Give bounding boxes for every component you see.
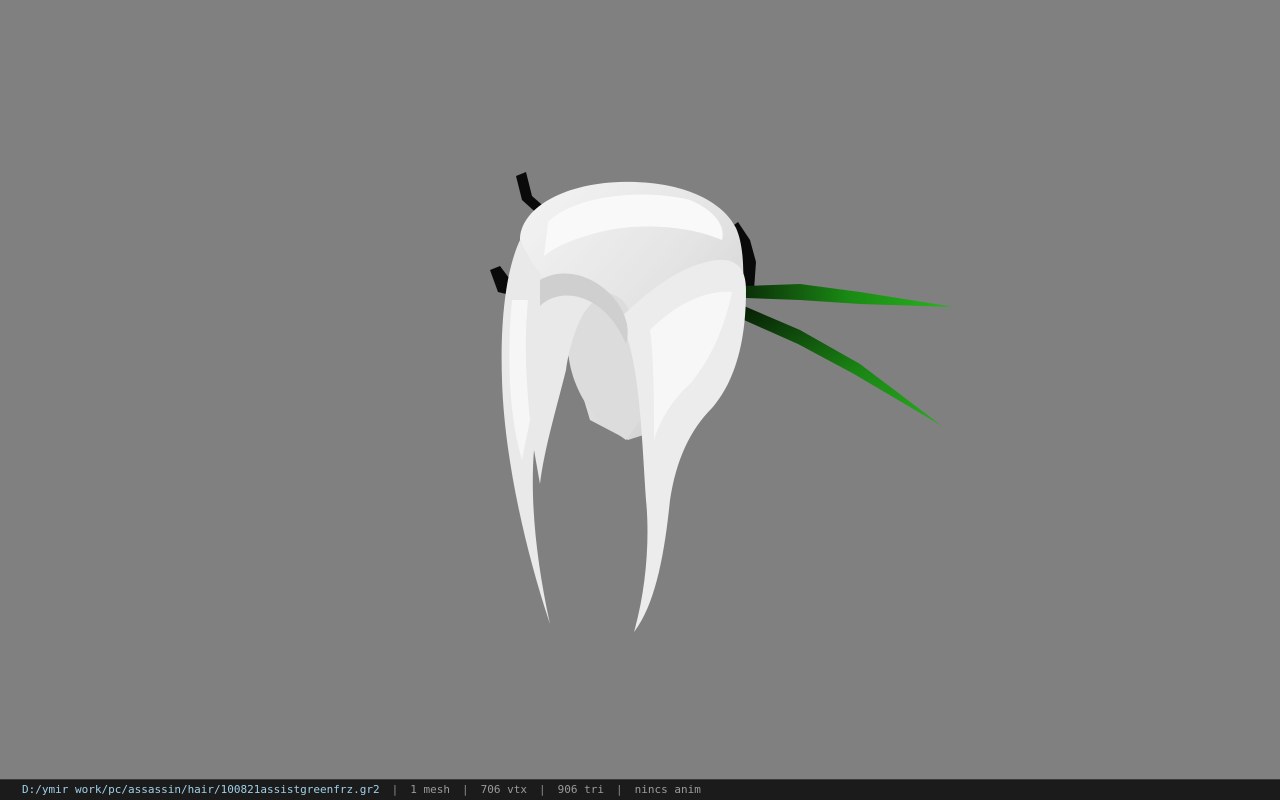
status-file-path: D:/ymir work/pc/assassin/hair/100821assi… [22, 783, 380, 796]
status-mesh-count: 1 mesh [410, 783, 450, 796]
3d-viewport[interactable] [0, 0, 1280, 779]
status-separator: | [462, 783, 469, 796]
status-bar: D:/ymir work/pc/assassin/hair/100821assi… [0, 779, 1280, 800]
green-feather-upper [744, 284, 954, 307]
status-separator: | [538, 783, 546, 796]
status-separator: | [391, 783, 399, 796]
status-animation: nincs anim [634, 783, 701, 796]
hair-model-render [490, 172, 954, 632]
status-vertex-count: 706 vtx [480, 783, 527, 796]
status-separator: | [615, 783, 623, 796]
hair-mesh [501, 181, 746, 632]
status-triangle-count: 906 tri [557, 783, 604, 796]
green-feather-lower [744, 306, 942, 426]
